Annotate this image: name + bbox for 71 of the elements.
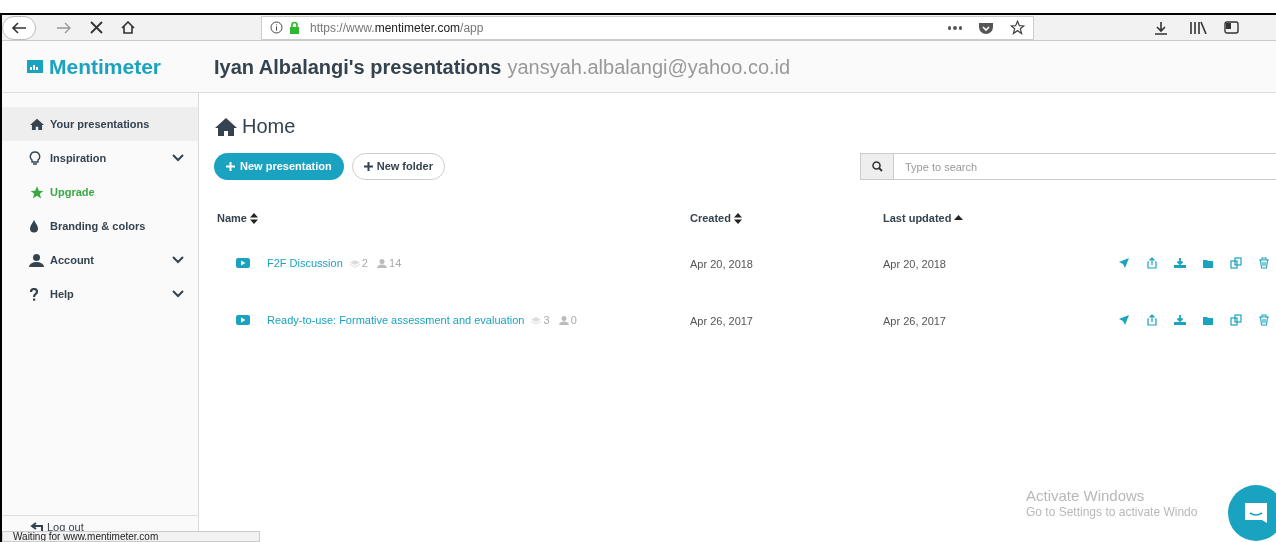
video-icon: [236, 257, 250, 268]
chat-bubble-icon: [1243, 501, 1269, 525]
plus-icon: [226, 162, 235, 171]
page-title: Home: [242, 114, 296, 139]
user-icon: [558, 316, 569, 326]
plus-icon: [363, 162, 373, 171]
library-icon[interactable]: [1189, 21, 1207, 34]
new-folder-button[interactable]: New folder: [351, 153, 445, 180]
more-icon[interactable]: [948, 25, 962, 30]
chat-button[interactable]: [1228, 485, 1276, 541]
date-cell: Apr 26, 2017: [690, 314, 753, 327]
chevron-down-icon[interactable]: [172, 256, 184, 264]
column-header[interactable]: Created: [690, 209, 731, 227]
drop-icon: [29, 219, 39, 233]
star-icon: [29, 184, 45, 200]
home-icon: [214, 116, 238, 136]
sort-icon[interactable]: [249, 212, 258, 224]
send-icon[interactable]: [1118, 256, 1130, 269]
sidebar-icon[interactable]: [1224, 21, 1239, 34]
activation-title: Activate Windows: [1026, 487, 1146, 505]
lightbulb-icon: [29, 151, 41, 165]
logout-icon[interactable]: [29, 522, 43, 533]
activation-subtitle: Go to Settings to activate Windo: [1026, 505, 1198, 520]
chevron-down-icon[interactable]: [172, 290, 184, 298]
account-email: yansyah.albalangi@yahoo.co.id: [507, 54, 791, 80]
pocket-icon[interactable]: [978, 20, 994, 35]
column-header[interactable]: Name: [217, 209, 247, 227]
share-icon[interactable]: [1146, 313, 1158, 326]
account-title: Iyan Albalangi's presentations: [214, 54, 502, 80]
vote-count: 14: [389, 256, 402, 269]
address-bar[interactable]: https://www.mentimeter.com/app: [261, 15, 1034, 40]
home-icon[interactable]: [121, 21, 135, 34]
date-cell: Apr 20, 2018: [883, 257, 946, 270]
video-icon: [236, 314, 250, 325]
sidebar-item[interactable]: Your presentations: [2, 107, 198, 141]
trash-icon[interactable]: [1258, 313, 1270, 326]
date-cell: Apr 26, 2017: [883, 314, 946, 327]
sidebar-item[interactable]: Inspiration: [2, 141, 198, 175]
stack-icon: [349, 259, 360, 268]
lock-icon: [289, 21, 300, 34]
url-text: https://www.mentimeter.com/app: [310, 19, 484, 37]
search-icon: [871, 161, 883, 172]
date-cell: Apr 20, 2018: [690, 257, 753, 270]
info-icon: [270, 21, 283, 34]
star-icon[interactable]: [1010, 20, 1025, 35]
sort-icon[interactable]: [733, 212, 742, 224]
search-button[interactable]: [860, 153, 894, 180]
sidebar-item[interactable]: Account: [2, 243, 198, 277]
column-header[interactable]: Last updated: [883, 209, 952, 227]
download-icon[interactable]: [1154, 20, 1168, 35]
forward-icon[interactable]: [56, 21, 72, 34]
stack-icon: [531, 316, 542, 325]
slide-count: 2: [361, 256, 368, 269]
slide-count: 3: [543, 313, 550, 326]
trash-icon[interactable]: [1258, 256, 1270, 269]
share-icon[interactable]: [1146, 256, 1158, 269]
sidebar-item[interactable]: Help: [2, 277, 198, 311]
user-icon: [377, 259, 388, 269]
sort-up-icon[interactable]: [954, 215, 964, 221]
home-icon: [29, 118, 45, 130]
back-arrow-icon: [11, 21, 27, 34]
close-icon[interactable]: [90, 21, 103, 34]
back-button[interactable]: [2, 15, 36, 40]
user-icon: [29, 253, 44, 267]
send-icon[interactable]: [1118, 313, 1130, 326]
bar-chart-icon: [27, 60, 43, 73]
chevron-down-icon[interactable]: [172, 154, 184, 162]
vote-count: 0: [570, 313, 577, 326]
search-field[interactable]: Type to search: [894, 153, 1276, 180]
question-icon: [29, 287, 39, 301]
sidebar-item[interactable]: Branding & colors: [2, 209, 198, 243]
